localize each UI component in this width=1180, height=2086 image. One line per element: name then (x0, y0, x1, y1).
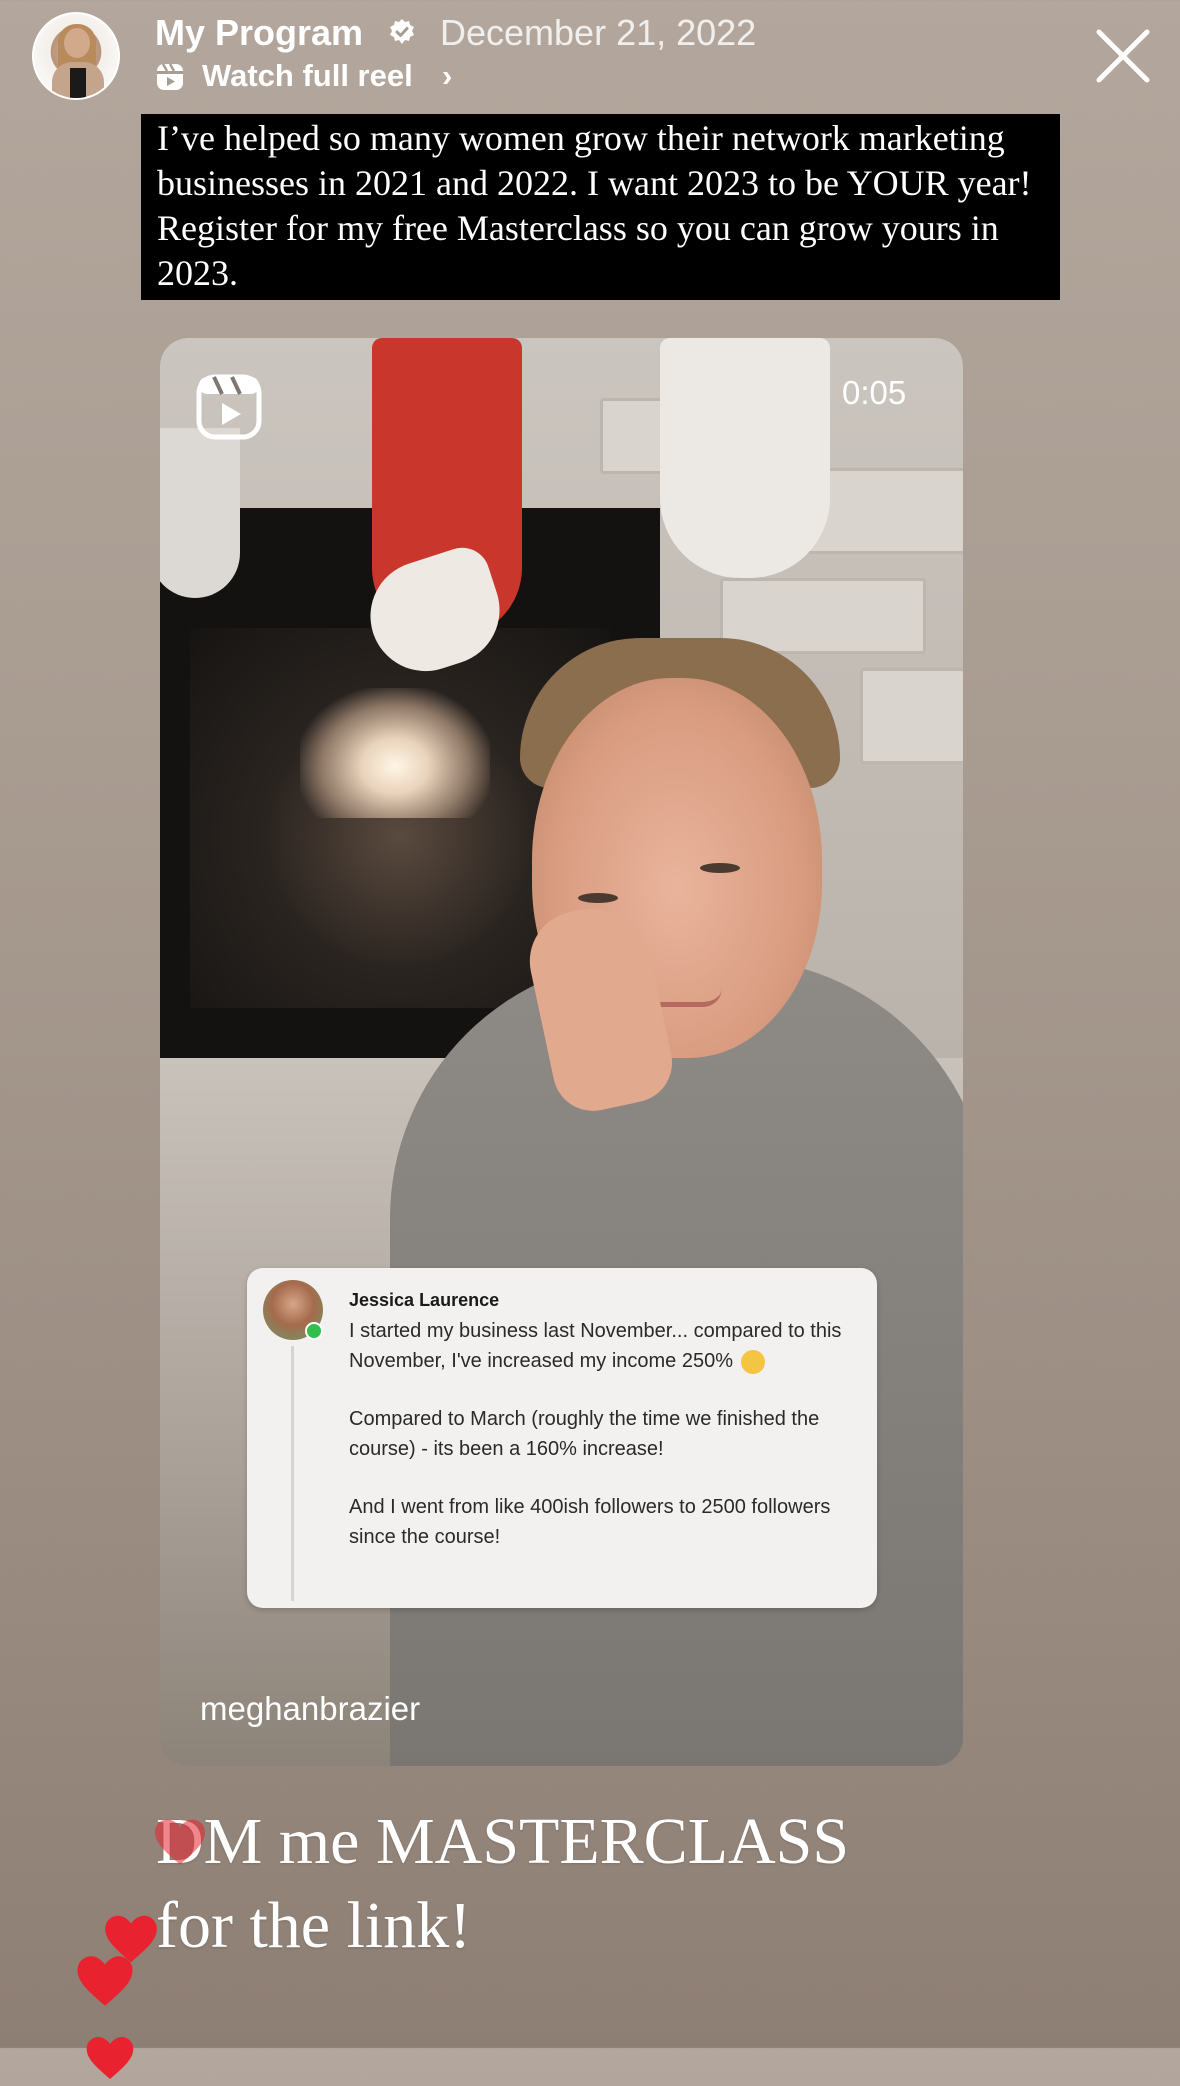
wall-stone (860, 668, 963, 764)
comment-body: I started my business last November... c… (349, 1316, 859, 1580)
profile-avatar[interactable] (32, 12, 120, 100)
account-name[interactable]: My Program (155, 12, 363, 54)
commenter-name: Jessica Laurence (349, 1290, 500, 1310)
comment-line: Compared to March (roughly the time we f… (349, 1408, 820, 1460)
comment-line: I started my business last November... c… (349, 1320, 842, 1372)
close-icon[interactable] (1093, 26, 1153, 86)
stocking-left (160, 428, 240, 598)
reels-icon (196, 374, 262, 440)
call-to-action: DM me MASTERCLASS for the link! (156, 1800, 1056, 1968)
avatar-shirt (70, 68, 86, 98)
reel-preview[interactable]: 0:05 Jessica Laurence I started my busin… (160, 338, 963, 1766)
comment-card: Jessica Laurence I started my business l… (247, 1268, 877, 1608)
verified-badge-icon (390, 19, 414, 44)
avatar-face (64, 28, 90, 58)
stocking-white (660, 338, 830, 578)
chevron-right-icon[interactable]: › (442, 58, 452, 94)
watch-full-reel-link[interactable]: Watch full reel (202, 58, 413, 94)
star-struck-emoji-icon (741, 1349, 765, 1374)
heart-icon (77, 1956, 133, 2006)
person-eye (700, 863, 740, 873)
reel-username: meghanbrazier (200, 1690, 421, 1727)
heart-icon (86, 2037, 134, 2079)
online-indicator (305, 1322, 323, 1340)
cta-line: for the link! (156, 1889, 472, 1962)
comment-line: And I went from like 400ish followers to… (349, 1496, 831, 1548)
person-eye (578, 893, 618, 903)
cta-line: DM me MASTERCLASS (156, 1805, 850, 1878)
caption-text: I’ve helped so many women grow their net… (141, 114, 1060, 300)
reels-icon (157, 63, 183, 90)
post-date: December 21, 2022 (440, 12, 757, 53)
fire-glow (300, 688, 490, 818)
video-timer: 0:05 (842, 374, 907, 411)
thread-line (291, 1346, 294, 1601)
heart-icon (155, 1819, 205, 1865)
